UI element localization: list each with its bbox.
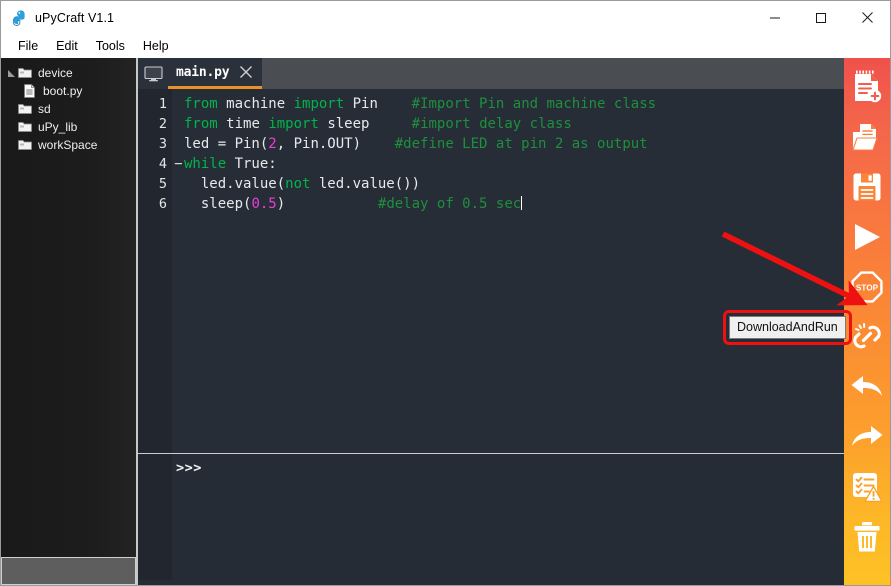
undo-button[interactable] bbox=[844, 362, 890, 412]
code-token: led.value()) bbox=[318, 176, 421, 192]
menu-help[interactable]: Help bbox=[134, 37, 178, 55]
line-number: 1 bbox=[158, 96, 167, 112]
code-area[interactable]: from machine import Pin #Import Pin and … bbox=[172, 89, 844, 453]
code-fold-marker[interactable]: − bbox=[173, 154, 184, 174]
download-and-run-button[interactable] bbox=[844, 212, 890, 262]
code-token: led.value( bbox=[184, 176, 286, 192]
menu-tools[interactable]: Tools bbox=[87, 37, 134, 55]
syntax-check-button[interactable] bbox=[844, 462, 890, 512]
code-line: led.value(not led.value()) bbox=[172, 174, 844, 194]
code-token: sleep bbox=[327, 116, 370, 132]
tree-item-label: boot.py bbox=[43, 84, 83, 98]
tree-item-label: workSpace bbox=[38, 138, 98, 152]
code-editor[interactable]: 1 2 3 4 5 6 from machine import Pin #Imp… bbox=[138, 89, 844, 454]
new-file-button[interactable] bbox=[844, 62, 890, 112]
file-icon bbox=[23, 84, 38, 98]
code-token: led = Pin( bbox=[184, 136, 269, 152]
redo-button[interactable] bbox=[844, 412, 890, 462]
code-token: , Pin.OUT) bbox=[276, 136, 362, 152]
code-token: not bbox=[285, 176, 319, 192]
code-token: True: bbox=[234, 156, 277, 172]
code-token: ) bbox=[276, 196, 286, 212]
tree-item-label: uPy_lib bbox=[38, 120, 78, 134]
tab-bar: main.py bbox=[138, 58, 844, 89]
code-line: − while True: bbox=[172, 154, 844, 174]
code-token: from bbox=[184, 116, 227, 132]
line-number: 3 bbox=[158, 136, 167, 152]
tooltip-annotation: DownloadAndRun bbox=[723, 310, 852, 345]
stop-label-text: STOP bbox=[856, 284, 879, 293]
tree-item-boot-py[interactable]: boot.py bbox=[1, 82, 136, 100]
code-token: #Import Pin and machine class bbox=[411, 96, 657, 112]
sidebar-status-panel bbox=[1, 557, 136, 585]
code-token: sleep( bbox=[184, 196, 252, 212]
folder-icon bbox=[18, 103, 33, 115]
save-file-button[interactable] bbox=[844, 162, 890, 212]
tab-main-py[interactable]: main.py bbox=[168, 58, 263, 89]
code-token: time bbox=[226, 116, 269, 132]
code-line: sleep(0.5) #delay of 0.5 sec bbox=[172, 194, 844, 214]
upycraft-logo-icon bbox=[10, 9, 28, 27]
terminal-panel[interactable]: >>> bbox=[138, 454, 891, 585]
work-area: device boot.py sd uPy_lib workSpace main… bbox=[1, 58, 891, 585]
line-number: 2 bbox=[158, 116, 167, 132]
menu-file[interactable]: File bbox=[9, 37, 47, 55]
tooltip-text: DownloadAndRun bbox=[729, 316, 846, 339]
window-controls bbox=[752, 1, 890, 34]
code-line: from time import sleep #import delay cla… bbox=[172, 114, 844, 134]
expand-triangle-icon[interactable] bbox=[5, 69, 18, 78]
minimize-button[interactable] bbox=[752, 1, 798, 34]
upycraft-window: uPyCraft V1.1 File Edit Tools Help devic… bbox=[0, 0, 891, 586]
tree-item-upy-lib[interactable]: uPy_lib bbox=[1, 118, 136, 136]
file-tree-sidebar: device boot.py sd uPy_lib workSpace bbox=[1, 58, 138, 585]
code-token: import bbox=[293, 96, 353, 112]
code-line: from machine import Pin #Import Pin and … bbox=[172, 94, 844, 114]
text-cursor bbox=[521, 196, 523, 210]
open-file-button[interactable] bbox=[844, 112, 890, 162]
maximize-button[interactable] bbox=[798, 1, 844, 34]
code-token: while bbox=[184, 156, 235, 172]
code-token: #delay of 0.5 sec bbox=[377, 196, 522, 212]
line-number: 4 bbox=[158, 156, 167, 172]
tree-item-label: device bbox=[38, 66, 73, 80]
close-button[interactable] bbox=[844, 1, 890, 34]
folder-icon bbox=[18, 67, 33, 79]
code-token: from bbox=[184, 96, 227, 112]
code-token: 2 bbox=[268, 136, 277, 152]
annotation-highlight-box: DownloadAndRun bbox=[723, 310, 852, 345]
code-token: #define LED at pin 2 as output bbox=[394, 136, 648, 152]
terminal-output: >>> bbox=[176, 460, 202, 476]
code-token: #import delay class bbox=[411, 116, 572, 132]
tree-item-device[interactable]: device bbox=[1, 64, 136, 82]
tab-bar-empty-space bbox=[262, 58, 844, 89]
line-number: 5 bbox=[158, 176, 167, 192]
tab-label: main.py bbox=[176, 64, 230, 80]
tab-close-icon[interactable] bbox=[238, 64, 254, 80]
terminal-scrollbar-track bbox=[138, 580, 855, 585]
tree-item-workspace[interactable]: workSpace bbox=[1, 136, 136, 154]
terminal-gutter bbox=[138, 454, 172, 585]
code-token: machine bbox=[226, 96, 294, 112]
folder-icon bbox=[18, 139, 33, 151]
code-token: 0.5 bbox=[251, 196, 277, 212]
tree-item-label: sd bbox=[38, 102, 51, 116]
menu-bar: File Edit Tools Help bbox=[1, 34, 890, 58]
tree-item-sd[interactable]: sd bbox=[1, 100, 136, 118]
code-token: Pin bbox=[352, 96, 378, 112]
window-title: uPyCraft V1.1 bbox=[35, 10, 115, 25]
clear-button[interactable] bbox=[844, 512, 890, 562]
menu-edit[interactable]: Edit bbox=[47, 37, 87, 55]
folder-icon bbox=[18, 121, 33, 133]
stop-button[interactable]: STOP bbox=[844, 262, 890, 312]
line-number: 6 bbox=[158, 196, 167, 212]
line-number-gutter: 1 2 3 4 5 6 bbox=[138, 89, 172, 453]
code-line: led = Pin(2, Pin.OUT) #define LED at pin… bbox=[172, 134, 844, 154]
code-token: import bbox=[268, 116, 328, 132]
title-bar: uPyCraft V1.1 bbox=[1, 1, 890, 34]
monitor-icon bbox=[138, 58, 168, 89]
